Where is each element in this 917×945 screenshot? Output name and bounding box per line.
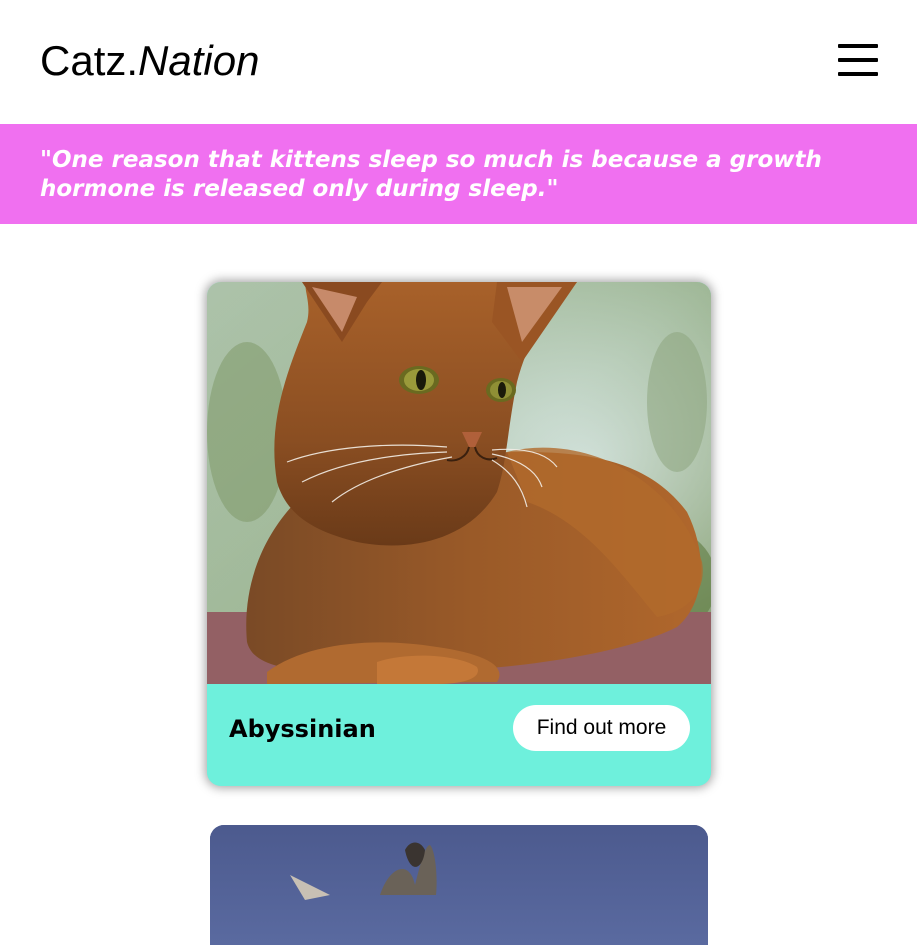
menu-bar-bottom — [838, 72, 878, 76]
cat-image-partial — [210, 825, 708, 945]
quote-banner: "One reason that kittens sleep so much i… — [0, 124, 917, 224]
site-header: Catz.Nation — [0, 0, 917, 124]
site-logo[interactable]: Catz.Nation — [40, 36, 259, 86]
abyssinian-cat-image — [207, 282, 711, 684]
logo-plain-text: Catz. — [40, 37, 139, 84]
logo-italic-text: Nation — [138, 37, 260, 84]
breed-card-partial — [210, 825, 708, 945]
breed-card: Abyssinian Find out more — [207, 282, 711, 786]
card-footer: Abyssinian Find out more — [207, 684, 711, 786]
menu-bar-middle — [838, 58, 878, 62]
menu-bar-top — [838, 44, 878, 48]
quote-text: "One reason that kittens sleep so much i… — [40, 147, 822, 202]
hamburger-menu-icon[interactable] — [838, 44, 878, 76]
find-out-more-button[interactable]: Find out more — [513, 705, 690, 751]
card-title: Abyssinian — [229, 715, 376, 743]
